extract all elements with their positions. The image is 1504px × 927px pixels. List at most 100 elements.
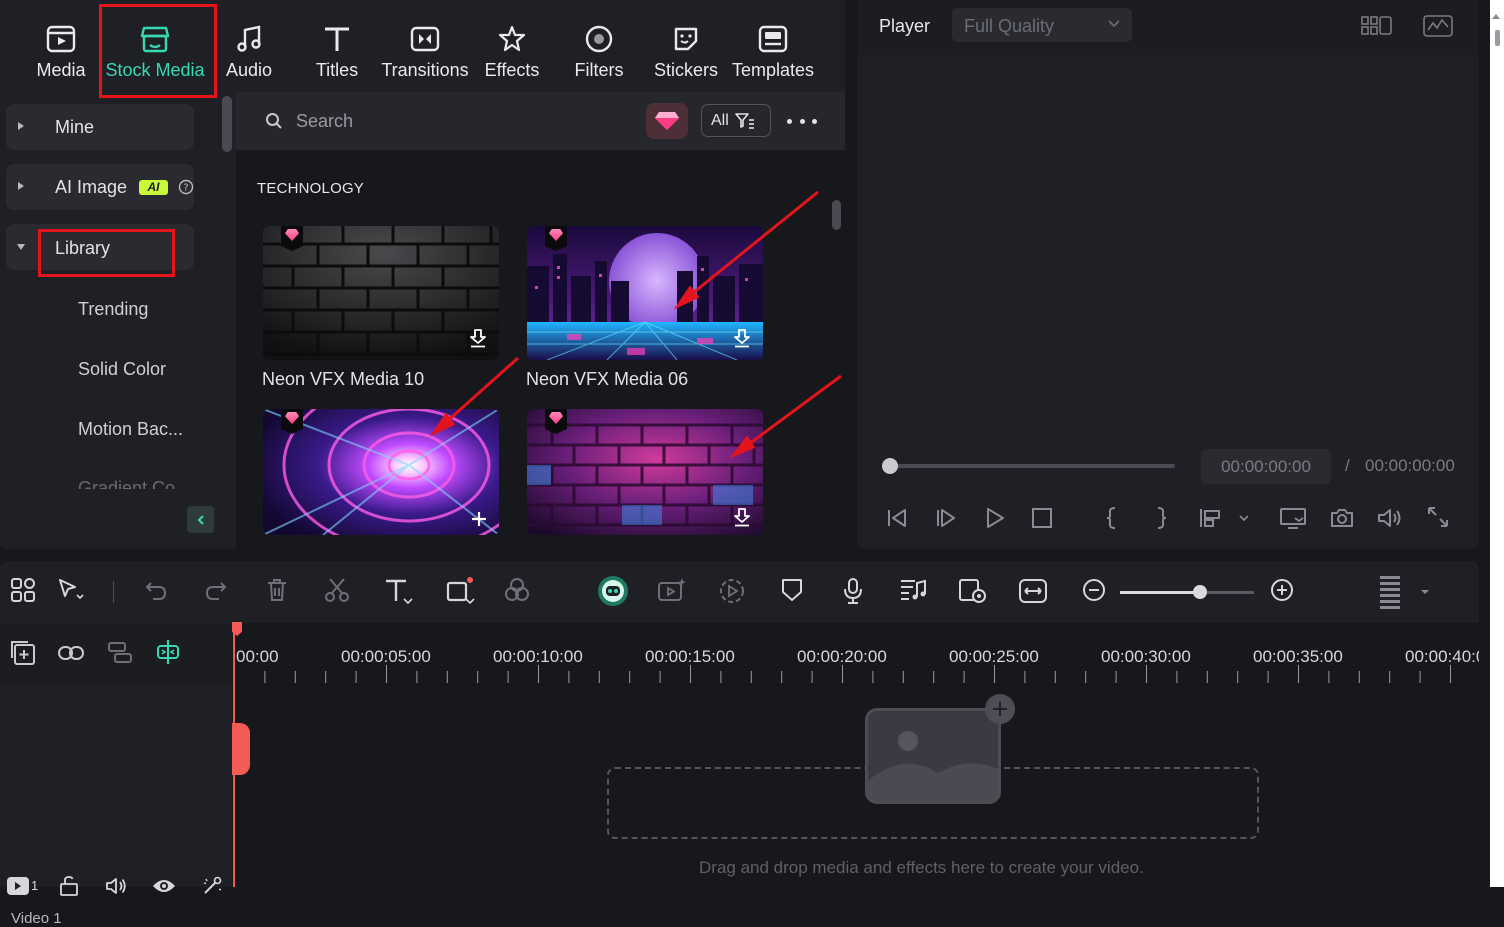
tab-media[interactable]: Media [30,0,92,92]
media-title: Neon VFX Media 06 [526,369,689,389]
download-icon[interactable] [469,328,487,348]
zoom-out-icon[interactable] [1081,577,1107,603]
stretch-icon[interactable] [1018,577,1048,605]
expand-icon [18,122,24,130]
media-thumbnail[interactable] [527,409,763,535]
ruler-label: 00:00:10:00 [493,647,583,666]
time-ruler[interactable]: 00:00 00:00:05:00 00:00:10:00 00:00:15:0… [234,623,1479,683]
ruler-label: 00:00 [236,647,279,666]
add-media-icon[interactable] [985,694,1015,724]
content-scrollbar[interactable] [832,200,841,230]
link-icon[interactable] [57,642,85,664]
sidebar-item-mine[interactable]: Mine [6,104,194,150]
collapse-sidebar-button[interactable] [187,506,214,533]
download-icon[interactable] [733,328,751,348]
text-tool-icon[interactable] [384,577,414,605]
zoom-slider-handle[interactable] [1193,585,1208,599]
quality-dropdown[interactable]: Full Quality [952,8,1132,42]
zoom-in-icon[interactable] [1269,577,1295,603]
previous-frame-icon[interactable] [885,506,909,530]
ai-copilot-icon[interactable] [597,575,629,607]
annotation-box-library [38,229,175,277]
filter-dropdown[interactable]: All [701,104,771,137]
fullscreen-icon[interactable] [1427,506,1449,528]
mute-track-icon[interactable] [104,875,128,897]
playback-scrubber[interactable] [882,458,898,474]
media-thumbnail[interactable] [263,226,499,360]
tab-label: Stickers [654,60,719,80]
tab-filters[interactable]: Filters [572,0,626,92]
tab-titles[interactable]: Titles [312,0,362,92]
auto-reframe-icon[interactable] [958,577,988,605]
waveform-icon[interactable] [1423,14,1453,38]
download-icon[interactable] [733,507,751,527]
search-input[interactable]: Search [296,111,353,132]
sidebar-item-ai-image[interactable]: AI Image AI ? [6,164,194,210]
sidebar-sub-item-gradient-color[interactable]: Gradient Co... [78,478,190,489]
sidebar-sub-item-solid-color[interactable]: Solid Color [78,359,166,380]
split-icon[interactable] [324,577,350,603]
microphone-icon[interactable] [841,577,865,605]
stickers-icon [669,22,703,56]
sidebar-sub-item-motion-backgrounds[interactable]: Motion Bac... [78,419,183,440]
display-settings-icon[interactable] [1279,506,1307,530]
effects-icon [495,22,529,56]
playback-progress-track[interactable] [887,464,1175,468]
play-icon[interactable] [983,506,1007,530]
ruler-label: 00:00:35:00 [1253,647,1343,666]
timeline-settings-icon[interactable] [1379,574,1429,610]
tab-transitions[interactable]: Transitions [380,0,470,92]
undo-icon[interactable] [144,577,168,603]
mark-out-icon[interactable] [1153,506,1169,530]
time-separator: / [1345,456,1350,475]
tab-effects[interactable]: Effects [484,0,540,92]
volume-icon[interactable] [1376,506,1404,530]
more-options-button[interactable] [787,110,817,132]
playhead-marker-tab[interactable] [232,723,250,775]
lock-track-icon[interactable] [58,875,80,897]
color-icon[interactable] [505,577,529,603]
window-scrollbar[interactable] [1490,0,1504,887]
tab-label: Titles [315,60,359,80]
help-icon[interactable]: ? [178,179,194,195]
track-number: 1 [31,878,39,893]
next-frame-icon[interactable] [934,506,958,530]
insert-options-icon[interactable] [1198,506,1248,530]
stop-icon[interactable] [1030,506,1054,530]
annotation-box-stock-media [99,4,217,98]
snapshot-icon[interactable] [1329,506,1355,530]
snap-icon[interactable] [155,639,181,665]
diamond-icon [655,112,679,130]
total-time: 00:00:00:00 [1365,456,1455,475]
add-track-icon[interactable] [10,640,36,666]
tab-label: Audio [225,60,273,80]
marker-icon[interactable] [780,577,804,603]
media-thumbnail[interactable] [527,226,763,360]
media-thumbnail[interactable] [263,409,499,535]
tab-stickers[interactable]: Stickers [654,0,718,92]
smart-cut-icon[interactable] [718,577,746,605]
premium-filter-button[interactable] [646,103,688,139]
section-title: TECHNOLOGY [257,180,365,197]
select-tool-icon[interactable] [57,577,85,603]
tab-templates[interactable]: Templates [732,0,814,92]
transitions-icon [408,22,442,56]
sidebar-scrollbar[interactable] [222,96,232,152]
zoom-slider-fill [1120,591,1201,594]
grid-view-icon[interactable] [1361,15,1393,37]
timeline-toolbar [0,561,1479,623]
add-icon[interactable] [471,511,487,527]
sidebar-sub-item-trending[interactable]: Trending [78,299,148,320]
layout-icon[interactable] [10,577,36,603]
ai-video-icon[interactable] [657,577,687,603]
redo-icon[interactable] [204,577,228,603]
visibility-icon[interactable] [152,877,176,895]
tab-audio[interactable]: Audio [222,0,276,92]
delete-icon[interactable] [266,577,288,603]
filter-label: All [711,111,729,129]
track-magic-icon[interactable] [201,875,223,897]
crop-icon[interactable] [445,577,475,605]
mark-in-icon[interactable] [1104,506,1120,530]
audio-ducking-icon[interactable] [899,577,927,603]
track-layout-icon[interactable] [107,641,133,665]
